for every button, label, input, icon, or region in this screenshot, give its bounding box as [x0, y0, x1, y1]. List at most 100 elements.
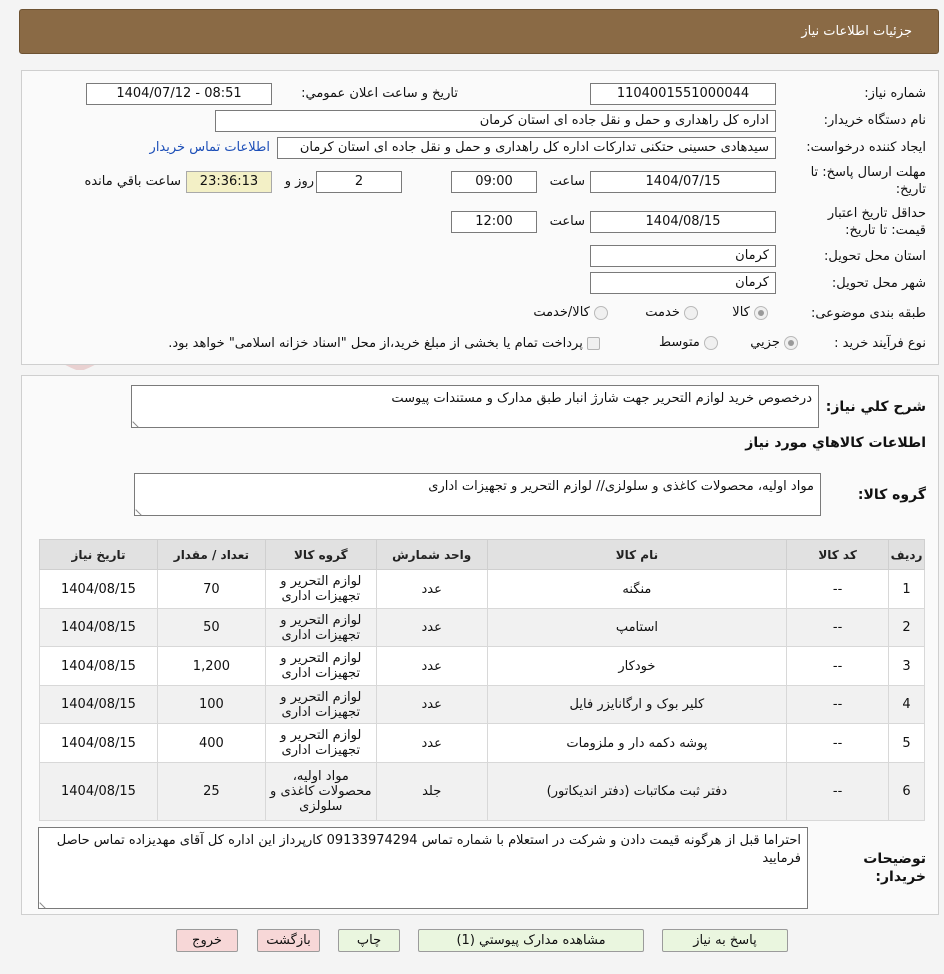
- items-table: رديف کد کالا نام کالا واحد شمارش گروه کا…: [39, 539, 925, 821]
- cell-group: لوازم التحریر و تجهیزات اداری: [264, 608, 377, 647]
- cell-qty: 1,200: [156, 646, 266, 686]
- validity-label-line2: قيمت: تا تاريخ:: [845, 223, 926, 238]
- reply-button[interactable]: پاسخ به نياز: [662, 929, 788, 952]
- col-code-header: کد کالا: [786, 539, 890, 570]
- announce-label: تاریخ و ساعت اعلان عمومي:: [301, 86, 458, 101]
- summary-text: درخصوص خرید لوازم التحریر جهت شارژ انبار…: [391, 391, 812, 406]
- announce-field: 1404/07/12 - 08:51: [86, 83, 272, 105]
- resize-handle[interactable]: [132, 416, 144, 428]
- category-goods-radio[interactable]: [754, 305, 768, 320]
- category-option-both[interactable]: کالا/خدمت: [533, 305, 608, 320]
- deadline-label-line1: مهلت ارسال پاسخ: تا: [810, 165, 926, 180]
- cell-unit: عدد: [375, 569, 488, 609]
- province-label: استان محل تحويل:: [824, 249, 926, 264]
- cell-group: لوازم التحریر و تجهیزات اداری: [264, 723, 377, 763]
- category-label: طبقه بندی موضوعی:: [810, 306, 926, 321]
- col-group-header: گروه کالا: [264, 539, 377, 570]
- cell-name: منگنه: [486, 569, 788, 609]
- requester-field: سیدهادی حسینی حتکنی تدارکات اداره کل راه…: [277, 137, 776, 159]
- table-row: 4 -- کلیر بوک و ارگانایزر فایل عدد لوازم…: [39, 685, 925, 724]
- payment-option[interactable]: پرداخت تمام يا بخشی از مبلغ خريد،از محل …: [168, 336, 600, 351]
- col-row-header: رديف: [888, 539, 925, 570]
- deadline-date-field: 1404/07/15: [590, 171, 776, 193]
- need-number-label: شماره نیاز:: [864, 86, 926, 101]
- cell-date: 1404/08/15: [39, 685, 158, 724]
- buyer-notes-textarea[interactable]: احتراما قبل از هرگونه قیمت دادن و شرکت د…: [38, 827, 808, 909]
- province-field: کرمان: [590, 245, 776, 267]
- validity-time-word: ساعت: [549, 214, 585, 229]
- cell-date: 1404/08/15: [39, 608, 158, 647]
- buyer-notes-text: احتراما قبل از هرگونه قیمت دادن و شرکت د…: [56, 833, 801, 866]
- cell-group: لوازم التحریر و تجهیزات اداری: [264, 569, 377, 609]
- cell-code: --: [786, 723, 890, 763]
- resize-handle[interactable]: [135, 504, 147, 516]
- print-button[interactable]: چاپ: [338, 929, 400, 952]
- city-field: کرمان: [590, 272, 776, 294]
- category-both-radio[interactable]: [594, 305, 608, 320]
- category-option-goods[interactable]: کالا: [732, 305, 768, 320]
- cell-code: --: [786, 569, 890, 609]
- process-medium-radio[interactable]: [704, 335, 718, 350]
- summary-label: شرح کلي نياز:: [825, 399, 926, 415]
- validity-date-field: 1404/08/15: [590, 211, 776, 233]
- cell-code: --: [786, 646, 890, 686]
- buyer-contact-link[interactable]: اطلاعات تماس خريدار: [150, 140, 270, 155]
- col-unit-header: واحد شمارش: [375, 539, 488, 570]
- goods-group-textarea[interactable]: مواد اولیه، محصولات کاغذی و سلولزی// لوا…: [134, 473, 821, 516]
- cell-name: خودکار: [486, 646, 788, 686]
- cell-row: 6: [888, 762, 925, 821]
- category-goods-label: کالا: [732, 305, 750, 320]
- cell-row: 1: [888, 569, 925, 609]
- buyer-org-field: اداره کل راهداری و حمل و نقل جاده ای است…: [215, 110, 776, 132]
- cell-unit: عدد: [375, 608, 488, 647]
- process-option-medium[interactable]: متوسط: [659, 335, 718, 350]
- cell-qty: 400: [156, 723, 266, 763]
- page-title: جزئیات اطلاعات نیاز: [801, 24, 912, 39]
- cell-date: 1404/08/15: [39, 762, 158, 821]
- category-both-label: کالا/خدمت: [533, 305, 590, 320]
- process-medium-label: متوسط: [659, 335, 700, 350]
- remaining-time-field: 23:36:13: [186, 171, 272, 193]
- exit-button[interactable]: خروج: [176, 929, 238, 952]
- cell-unit: جلد: [375, 762, 488, 821]
- payment-note: پرداخت تمام يا بخشی از مبلغ خريد،از محل …: [168, 336, 583, 351]
- deadline-time-field: 09:00: [451, 171, 537, 193]
- table-row: 5 -- پوشه دکمه دار و ملزومات عدد لوازم ا…: [39, 723, 925, 763]
- process-minor-radio[interactable]: [784, 335, 798, 350]
- back-button[interactable]: بازگشت: [257, 929, 320, 952]
- table-row: 3 -- خودکار عدد لوازم التحریر و تجهیزات …: [39, 646, 925, 686]
- remaining-word: ساعت باقي مانده: [84, 174, 181, 189]
- cell-date: 1404/08/15: [39, 569, 158, 609]
- days-word: روز و: [284, 174, 314, 189]
- category-service-label: خدمت: [645, 305, 680, 320]
- goods-group-text: مواد اولیه، محصولات کاغذی و سلولزی// لوا…: [428, 479, 814, 494]
- need-number-field: 1104001551000044: [590, 83, 776, 105]
- cell-name: کلیر بوک و ارگانایزر فایل: [486, 685, 788, 724]
- cell-name: پوشه دکمه دار و ملزومات: [486, 723, 788, 763]
- resize-handle[interactable]: [39, 897, 51, 909]
- cell-date: 1404/08/15: [39, 723, 158, 763]
- category-service-radio[interactable]: [684, 305, 698, 320]
- cell-code: --: [786, 762, 890, 821]
- validity-time-field: 12:00: [451, 211, 537, 233]
- category-option-service[interactable]: خدمت: [645, 305, 698, 320]
- cell-group: مواد اولیه، محصولات کاغذی و سلولزی: [264, 762, 377, 821]
- process-label: نوع فرآيند خريد :: [834, 336, 926, 351]
- payment-checkbox[interactable]: [587, 337, 600, 350]
- cell-row: 4: [888, 685, 925, 724]
- cell-unit: عدد: [375, 685, 488, 724]
- table-row: 2 -- استامپ عدد لوازم التحریر و تجهیزات …: [39, 608, 925, 647]
- deadline-time-word: ساعت: [549, 174, 585, 189]
- cell-group: لوازم التحریر و تجهیزات اداری: [264, 646, 377, 686]
- cell-unit: عدد: [375, 646, 488, 686]
- view-attachments-button[interactable]: مشاهده مدارک پيوستي (1): [418, 929, 644, 952]
- cell-code: --: [786, 608, 890, 647]
- cell-name: استامپ: [486, 608, 788, 647]
- cell-code: --: [786, 685, 890, 724]
- summary-textarea[interactable]: درخصوص خرید لوازم التحریر جهت شارژ انبار…: [131, 385, 819, 428]
- table-header-row: رديف کد کالا نام کالا واحد شمارش گروه کا…: [39, 539, 925, 570]
- days-field: 2: [316, 171, 402, 193]
- col-name-header: نام کالا: [486, 539, 788, 570]
- process-option-minor[interactable]: جزيي: [750, 335, 798, 350]
- goods-group-label: گروه کالا:: [857, 487, 926, 503]
